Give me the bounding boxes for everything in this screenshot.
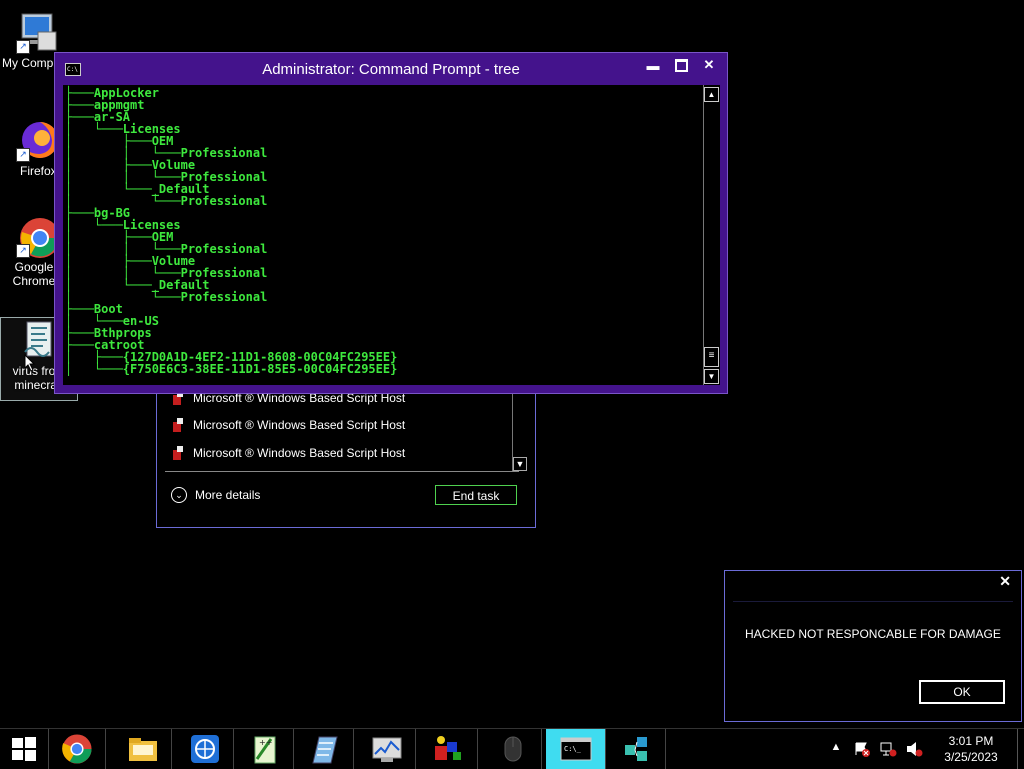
taskbar-paint-shapes[interactable] [420, 729, 478, 769]
paint-shapes-icon [434, 736, 461, 760]
scroll-down-arrow-icon[interactable]: ▼ [513, 457, 527, 471]
action-center-warning-icon[interactable] [851, 741, 873, 757]
process-row[interactable]: Microsoft ® Windows Based Script Host [171, 418, 405, 432]
desktop-icon-label: Google Chrome [12, 260, 56, 288]
chevron-down-icon: ⌄ [171, 487, 187, 503]
taskbar-mouse-settings[interactable] [484, 729, 542, 769]
close-icon: ✕ [703, 57, 715, 72]
network-status-icon[interactable] [877, 741, 899, 757]
taskbar: ++ C:\_ ▲ 3:01 PM 3/25/2023 [0, 728, 1024, 769]
process-name: Microsoft ® Windows Based Script Host [193, 446, 406, 460]
task-manager-window[interactable]: Microsoft ® Windows Based Script Host Mi… [156, 380, 536, 528]
scroll-down-arrow-icon[interactable]: ▼ [704, 369, 719, 384]
process-name: Microsoft ® Windows Based Script Host [193, 418, 406, 432]
divider [165, 471, 519, 472]
shortcut-arrow-icon: ↗ [16, 244, 30, 258]
system-tray: ▲ 3:01 PM 3/25/2023 [823, 729, 1024, 769]
minimize-button[interactable]: ▬ [639, 55, 667, 75]
window-title: Administrator: Command Prompt - tree [262, 61, 520, 78]
svg-text:++: ++ [259, 738, 272, 747]
mouse-cursor-icon [24, 354, 36, 372]
notepad-plus-plus-icon: ++ [254, 736, 275, 764]
show-hidden-icons-chevron-up-icon[interactable]: ▲ [825, 741, 847, 757]
notepad-icon [311, 736, 338, 764]
ok-button[interactable]: OK [919, 680, 1005, 704]
minimize-icon: ▬ [646, 57, 660, 73]
script-host-icon [171, 418, 185, 432]
close-icon: ✕ [999, 573, 1011, 589]
clock-time: 3:01 PM [948, 734, 994, 748]
volume-muted-icon[interactable] [903, 741, 925, 757]
svg-text:C:\_: C:\_ [564, 745, 582, 753]
taskbar-task-manager[interactable] [358, 729, 416, 769]
system-clock[interactable]: 3:01 PM 3/25/2023 [931, 733, 1011, 765]
process-list-scrollbar[interactable]: ▼ [512, 381, 527, 471]
taskbar-command-prompt[interactable]: C:\_ [546, 729, 606, 769]
file-explorer-icon [128, 738, 157, 761]
shortcut-arrow-icon: ↗ [16, 40, 30, 54]
task-manager-icon [372, 737, 401, 762]
message-dialog[interactable]: ✕ HACKED NOT RESPONCABLE FOR DAMAGE OK [724, 570, 1022, 722]
show-desktop-button[interactable] [1017, 729, 1024, 769]
network-cubes-icon [624, 737, 647, 761]
console-output[interactable]: ├───AppLocker ├───appmgmt ├───ar-SA │ └─… [63, 85, 707, 385]
end-task-button[interactable]: End task [435, 485, 517, 505]
windows-start-icon [12, 737, 36, 761]
console-scrollbar[interactable]: ▲ ≡ ▼ [703, 85, 720, 385]
close-button[interactable]: ✕ [695, 55, 723, 75]
more-details-label: More details [195, 488, 261, 502]
taskbar-network[interactable] [176, 729, 234, 769]
desktop-icon-label: Firefox [20, 164, 54, 178]
scroll-up-arrow-icon[interactable]: ▲ [704, 87, 719, 102]
scroll-thumb[interactable]: ≡ [704, 347, 719, 367]
taskbar-notepad[interactable] [296, 729, 354, 769]
tree-output-text: ├───AppLocker ├───appmgmt ├───ar-SA │ └─… [65, 86, 398, 376]
process-row[interactable]: Microsoft ® Windows Based Script Host [171, 446, 405, 460]
taskbar-chrome[interactable] [48, 729, 106, 769]
chrome-icon [62, 734, 92, 764]
taskbar-file-explorer[interactable] [114, 729, 172, 769]
computer-icon: ↗ [16, 10, 60, 54]
command-prompt-window[interactable]: C:\ Administrator: Command Prompt - tree… [54, 52, 728, 394]
maximize-icon [674, 58, 688, 72]
taskbar-notepad-plus-plus[interactable]: ++ [236, 729, 294, 769]
start-button[interactable] [0, 729, 48, 769]
clock-date: 3/25/2023 [944, 750, 998, 764]
mouse-icon [504, 736, 521, 762]
command-prompt-icon: C:\_ [560, 737, 591, 761]
desktop-icon-label: My Computer [2, 56, 54, 70]
shortcut-arrow-icon: ↗ [16, 148, 30, 162]
maximize-button[interactable] [667, 55, 695, 75]
title-bar[interactable]: C:\ Administrator: Command Prompt - tree… [55, 53, 727, 85]
taskbar-network-cubes[interactable] [608, 729, 666, 769]
close-button[interactable]: ✕ [999, 573, 1011, 590]
more-details-toggle[interactable]: ⌄ More details [171, 487, 260, 503]
dialog-message: HACKED NOT RESPONCABLE FOR DAMAGE [745, 627, 1001, 641]
network-globe-icon [190, 735, 219, 763]
script-host-icon [171, 446, 185, 460]
